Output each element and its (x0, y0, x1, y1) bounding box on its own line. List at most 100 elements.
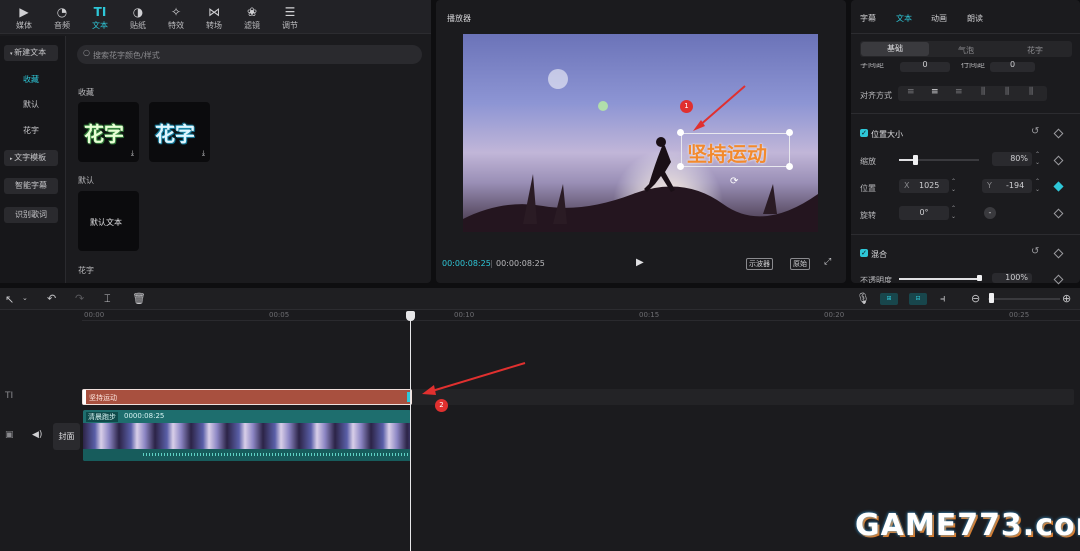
audio-waveform (83, 449, 411, 461)
align-left-icon[interactable]: ≡ (907, 87, 915, 97)
sidebar-item-auto-captions[interactable]: 智能字幕 (4, 178, 58, 194)
tab-animation[interactable]: 动画 (931, 13, 947, 24)
ruler-tick: 00:05 (269, 311, 290, 319)
opacity-label: 不透明度 (860, 276, 892, 283)
ruler-tick: 00:25 (1009, 311, 1030, 319)
spacing-right-field[interactable]: 0 (990, 61, 1035, 72)
search-placeholder: 搜索花字颜色/样式 (93, 51, 160, 60)
filter-icon: ❀ (246, 5, 258, 19)
align-right-icon[interactable]: ≡ (955, 87, 963, 97)
scale-field[interactable]: 80% (992, 152, 1032, 166)
stepper-icon[interactable]: ⌃ ⌄ (1035, 178, 1040, 194)
video-clip[interactable]: 清晨跑步 0000:08:25 (83, 410, 411, 461)
position-label: 位置 (860, 184, 876, 193)
sidebar-item-fancy-text[interactable]: 花字 (4, 123, 58, 139)
align-middle-icon[interactable]: ⫼ (1005, 87, 1009, 97)
position-x-field[interactable]: X 1025 (899, 179, 949, 193)
select-tool-icon[interactable]: ↖ (5, 293, 14, 306)
playhead-handle[interactable] (406, 311, 415, 321)
sidebar-item-new-text[interactable]: ▾ 新建文本 (4, 45, 58, 61)
tool-filter[interactable]: ❀ 滤镜 (234, 4, 270, 31)
tool-sticker[interactable]: ◑ 贴纸 (120, 4, 156, 31)
transition-icon: ⋈ (208, 5, 220, 19)
blend-checkbox[interactable]: ✓ (860, 249, 868, 257)
fancy-card-1[interactable]: 花字 ⤓ (78, 102, 139, 162)
zoom-in-icon[interactable]: ⊕ (1062, 292, 1071, 305)
position-y-field[interactable]: Y -194 (982, 179, 1032, 193)
stepper-icon[interactable]: ⌃ ⌄ (951, 178, 956, 194)
auto-snap-icon[interactable]: ⊟ (909, 293, 927, 305)
scale-slider-track[interactable] (899, 155, 979, 165)
align-top-icon[interactable]: ⫼ (981, 87, 985, 97)
tab-text[interactable]: 文本 (896, 13, 912, 24)
tool-media[interactable]: ▶ 媒体 (6, 4, 42, 31)
align-center-icon[interactable]: ≡ (931, 87, 939, 97)
reset-icon[interactable]: ↺ (1031, 246, 1039, 257)
opacity-slider-track[interactable] (899, 275, 982, 281)
undo-icon[interactable]: ↶ (47, 292, 56, 305)
stepper-icon[interactable]: ⌃ ⌄ (951, 205, 956, 221)
video-thumbnails (83, 423, 411, 449)
tool-adjust[interactable]: ☰ 调节 (272, 4, 308, 31)
tool-effects[interactable]: ✧ 特效 (158, 4, 194, 31)
tab-captions[interactable]: 字幕 (860, 13, 876, 24)
sidebar-item-default[interactable]: 默认 (4, 97, 58, 113)
search-icon: ○ (83, 48, 90, 57)
tool-transition[interactable]: ⋈ 转场 (196, 4, 232, 31)
preview-axis-icon[interactable]: ⫞ (940, 292, 946, 306)
search-box[interactable]: ○ 搜索花字颜色/样式 (77, 45, 422, 64)
stepper-icon[interactable]: ⌃ ⌄ (1035, 151, 1040, 167)
zoom-slider-thumb[interactable] (989, 293, 994, 303)
ruler-tick: 00:00 (84, 311, 105, 319)
waveform-button[interactable]: 示波器 (746, 258, 773, 270)
scale-slider-thumb[interactable] (913, 155, 918, 165)
opacity-field[interactable]: 100% (992, 273, 1032, 283)
time-separator: | (490, 259, 493, 268)
ruler-tick: 00:10 (454, 311, 475, 319)
opacity-slider-thumb[interactable] (977, 275, 982, 281)
cover-button[interactable]: 封面 (53, 423, 80, 450)
pos-size-checkbox[interactable]: ✓ (860, 129, 868, 137)
original-ratio-button[interactable]: 原始 (790, 258, 810, 270)
media-icon: ▶ (19, 5, 29, 19)
fancy-card-2[interactable]: 花字 ⤓ (149, 102, 210, 162)
default-card-text: 默认文本 (90, 218, 122, 227)
sidebar-item-text-template[interactable]: ▸ 文字模板 (4, 150, 58, 166)
align-bottom-icon[interactable]: ⫼ (1029, 87, 1033, 97)
fancy-card-2-text: 花字 (155, 122, 195, 146)
default-text-card[interactable]: 默认文本 (78, 191, 139, 251)
player-title: 播放器 (447, 14, 471, 23)
subtab-fancy[interactable]: 花字 (1027, 45, 1043, 56)
link-snap-icon[interactable]: ⊞ (880, 293, 898, 305)
video-clip-name: 清晨跑步 (86, 412, 118, 422)
microphone-icon[interactable]: 🎙 (856, 292, 870, 305)
spacing-left-field[interactable]: 0 (900, 61, 950, 72)
download-icon[interactable]: ⤓ (131, 149, 134, 158)
sidebar-item-favorites[interactable]: 收藏 (4, 72, 58, 88)
text-clip[interactable]: 坚持运动 (82, 389, 412, 405)
sidebar-item-lyrics[interactable]: 识别歌词 (4, 207, 58, 223)
clip-handle-left[interactable] (83, 390, 86, 404)
subtab-bubble[interactable]: 气泡 (958, 45, 974, 56)
align-label: 对齐方式 (860, 91, 892, 100)
zoom-slider-track[interactable] (988, 298, 1060, 300)
subtab-basic[interactable]: 基础 (861, 42, 929, 56)
split-icon[interactable]: ⌶ (104, 292, 111, 306)
tab-read-aloud[interactable]: 朗读 (967, 13, 983, 24)
download-icon[interactable]: ⤓ (202, 149, 205, 158)
redo-icon[interactable]: ↷ (75, 292, 84, 305)
play-icon[interactable]: ▶ (636, 257, 644, 268)
zoom-out-icon[interactable]: ⊖ (971, 292, 980, 305)
rotate-field[interactable]: 0° (899, 206, 949, 220)
tool-audio[interactable]: ◔ 音频 (44, 4, 80, 31)
section-default: 默认 (78, 176, 94, 185)
delete-icon[interactable]: 🗑 (132, 292, 146, 305)
text-clip-label: 坚持运动 (89, 394, 117, 402)
rotate-dial-icon[interactable]: - (984, 207, 996, 219)
audio-icon: ◔ (56, 5, 68, 19)
speaker-icon[interactable]: ◀) (32, 430, 42, 440)
tool-text[interactable]: TI 文本 (82, 4, 118, 31)
chevron-down-icon[interactable]: ⌄ (22, 294, 28, 302)
reset-icon[interactable]: ↺ (1031, 126, 1039, 137)
fullscreen-icon[interactable]: ⤢ (824, 257, 831, 267)
